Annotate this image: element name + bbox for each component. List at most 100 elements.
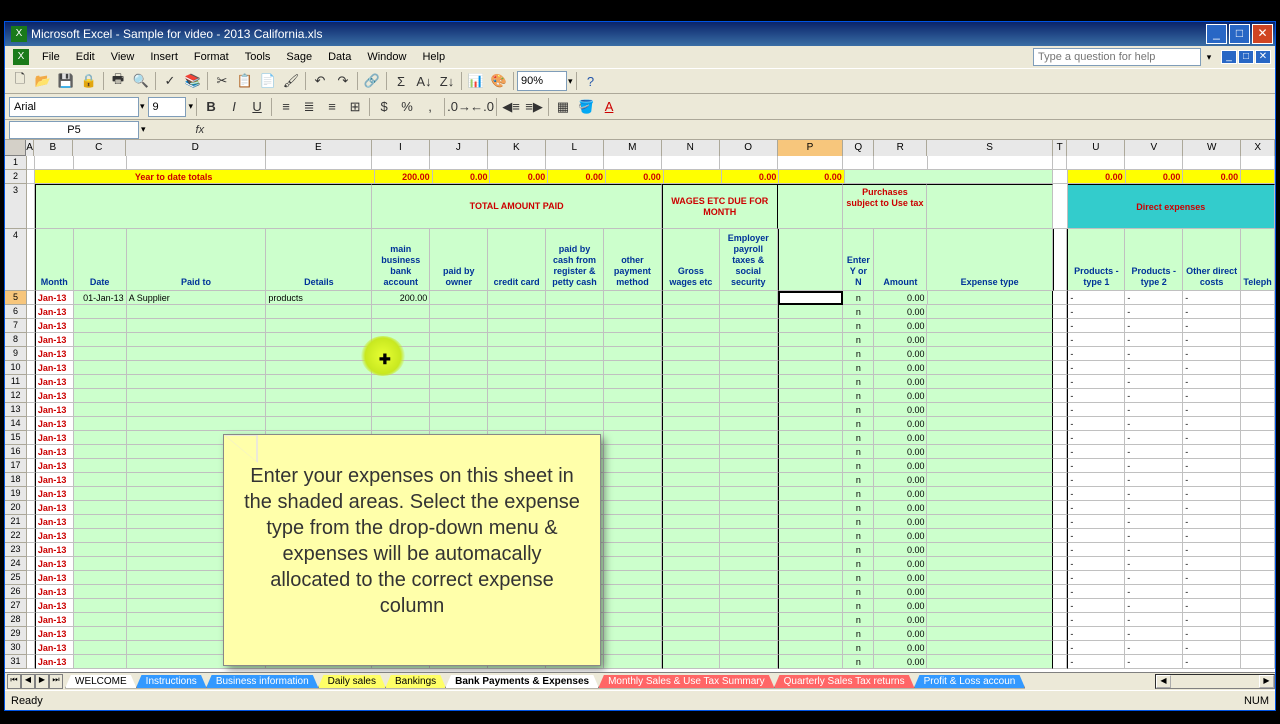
cell[interactable] [266, 417, 372, 431]
month-cell[interactable]: Jan-13 [35, 585, 74, 599]
cell[interactable] [720, 431, 778, 445]
drawing-icon[interactable]: 🎨 [488, 70, 510, 92]
cell[interactable] [1241, 319, 1275, 333]
cell[interactable] [1053, 291, 1068, 305]
cell[interactable] [430, 361, 488, 375]
cell[interactable] [1053, 557, 1068, 571]
select-all-corner[interactable] [5, 140, 26, 156]
cell[interactable] [604, 347, 662, 361]
row-header-4[interactable]: 4 [5, 229, 27, 291]
cell[interactable] [604, 487, 662, 501]
cell[interactable] [662, 291, 720, 305]
cell[interactable] [1053, 571, 1068, 585]
col-header-O[interactable]: O [720, 140, 778, 156]
cell[interactable] [546, 291, 604, 305]
cells-area[interactable]: Year to date totals200.000.000.000.000.0… [27, 156, 1275, 672]
cell[interactable] [74, 445, 127, 459]
cell[interactable] [662, 557, 720, 571]
cell[interactable] [778, 557, 844, 571]
month-cell[interactable]: Jan-13 [35, 473, 74, 487]
font-color-icon[interactable]: A [598, 96, 620, 118]
col-header-V[interactable]: V [1125, 140, 1183, 156]
yn-cell[interactable]: n [843, 459, 874, 473]
mdi-minimize[interactable]: _ [1221, 50, 1237, 64]
cell[interactable] [662, 627, 720, 641]
cell[interactable] [604, 543, 662, 557]
cell[interactable] [778, 585, 844, 599]
cell[interactable] [1241, 156, 1275, 170]
cell[interactable] [720, 599, 778, 613]
cell[interactable]: - [1067, 515, 1125, 529]
cell[interactable] [604, 641, 662, 655]
yn-cell[interactable]: n [843, 515, 874, 529]
cell[interactable] [720, 515, 778, 529]
copy-icon[interactable]: 📋 [234, 70, 256, 92]
cell[interactable]: - [1067, 557, 1125, 571]
underline-icon[interactable]: U [246, 96, 268, 118]
yn-cell[interactable]: n [843, 613, 874, 627]
expense-type-cell[interactable] [927, 543, 1052, 557]
cell[interactable] [1241, 403, 1275, 417]
amount-cell[interactable]: 0.00 [874, 529, 927, 543]
sheet-tab-daily-sales[interactable]: Daily sales [318, 675, 386, 689]
mdi-restore[interactable]: □ [1238, 50, 1254, 64]
cell[interactable]: - [1183, 571, 1241, 585]
cell[interactable] [546, 361, 604, 375]
cell[interactable]: - [1183, 529, 1241, 543]
cell[interactable] [1241, 291, 1275, 305]
cell[interactable] [74, 585, 127, 599]
cell[interactable] [720, 473, 778, 487]
cell[interactable]: - [1067, 347, 1125, 361]
cell[interactable] [778, 515, 844, 529]
cell[interactable] [778, 613, 844, 627]
cell[interactable] [127, 389, 267, 403]
cell[interactable] [266, 361, 372, 375]
cell[interactable] [546, 375, 604, 389]
expense-type-cell[interactable] [927, 473, 1052, 487]
cell[interactable] [604, 627, 662, 641]
cell[interactable] [74, 501, 127, 515]
expense-type-cell[interactable] [927, 305, 1052, 319]
close-button[interactable]: ✕ [1252, 24, 1273, 44]
preview-icon[interactable]: 🔍 [130, 70, 152, 92]
print-icon[interactable]: 🖶 [107, 70, 129, 92]
cell[interactable] [74, 333, 127, 347]
cell[interactable] [266, 333, 372, 347]
cell[interactable] [1053, 333, 1068, 347]
paidto-cell[interactable]: A Supplier [127, 291, 267, 305]
month-cell[interactable]: Jan-13 [35, 431, 74, 445]
cell[interactable] [720, 529, 778, 543]
research-icon[interactable]: 📚 [182, 70, 204, 92]
cell[interactable] [662, 361, 720, 375]
row-header-28[interactable]: 28 [5, 613, 27, 627]
col-header-T[interactable]: T [1053, 140, 1068, 156]
cell[interactable] [127, 333, 267, 347]
italic-icon[interactable]: I [223, 96, 245, 118]
cell[interactable]: - [1183, 543, 1241, 557]
cell[interactable] [662, 375, 720, 389]
cell[interactable] [74, 319, 127, 333]
cell[interactable] [1241, 627, 1275, 641]
cell[interactable] [74, 459, 127, 473]
active-cell-P5[interactable] [778, 291, 844, 305]
cell[interactable] [1241, 305, 1275, 319]
cell[interactable] [74, 515, 127, 529]
amount-cell[interactable]: 0.00 [874, 655, 927, 669]
row-header-26[interactable]: 26 [5, 585, 27, 599]
month-cell[interactable]: Jan-13 [35, 333, 74, 347]
yn-cell[interactable]: n [843, 431, 874, 445]
cell[interactable] [662, 543, 720, 557]
cell[interactable] [662, 156, 720, 170]
redo-icon[interactable]: ↷ [332, 70, 354, 92]
cell[interactable] [778, 361, 844, 375]
fx-icon[interactable]: fx [196, 124, 205, 136]
cell[interactable] [604, 156, 662, 170]
cell[interactable] [662, 431, 720, 445]
expense-type-cell[interactable] [927, 375, 1052, 389]
cell[interactable] [662, 445, 720, 459]
cell[interactable] [1053, 347, 1068, 361]
cell[interactable]: - [1125, 641, 1183, 655]
cell[interactable] [372, 319, 430, 333]
menu-data[interactable]: Data [321, 49, 358, 65]
cell[interactable] [546, 389, 604, 403]
